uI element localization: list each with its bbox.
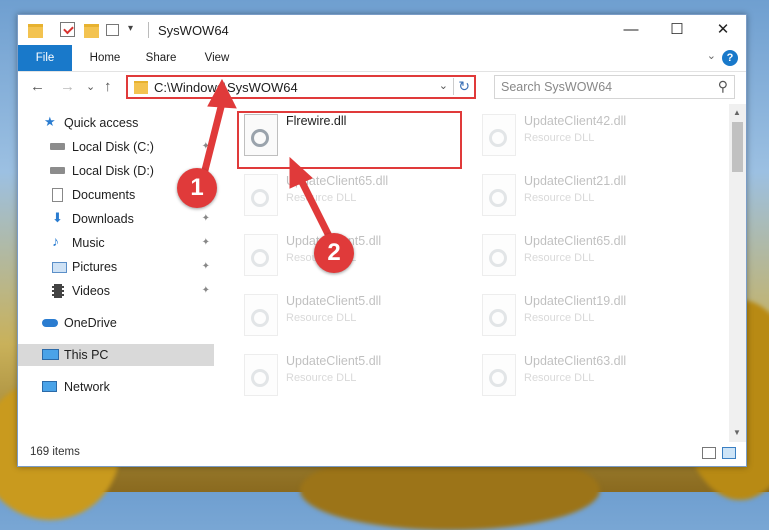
arrow-to-address-bar <box>199 99 226 182</box>
arrow-head <box>207 78 237 109</box>
arrow-to-file <box>298 178 334 242</box>
step-2-badge: 2 <box>314 233 354 273</box>
arrow-head <box>289 156 313 189</box>
annotation-arrows <box>199 78 334 242</box>
step-1-badge: 1 <box>177 168 217 208</box>
